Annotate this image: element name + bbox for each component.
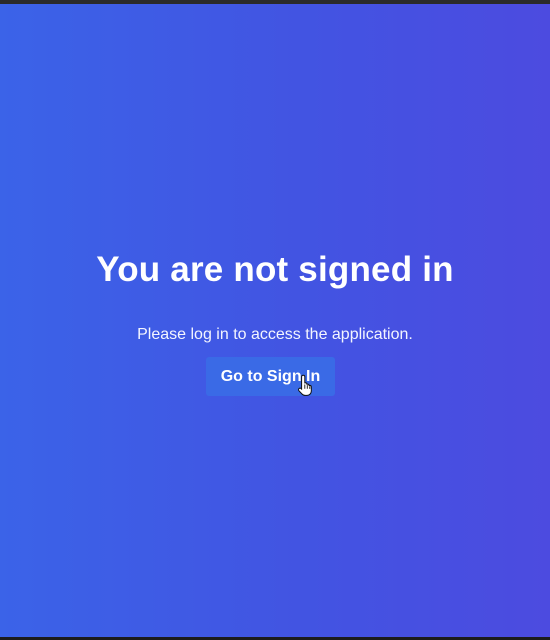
signed-out-panel: You are not signed in Please log in to a… xyxy=(0,4,550,637)
login-message: Please log in to access the application. xyxy=(137,326,413,343)
go-to-sign-in-button[interactable]: Go to Sign In xyxy=(206,357,335,396)
app-viewport: You are not signed in Please log in to a… xyxy=(0,0,550,640)
page-title: You are not signed in xyxy=(96,250,454,289)
